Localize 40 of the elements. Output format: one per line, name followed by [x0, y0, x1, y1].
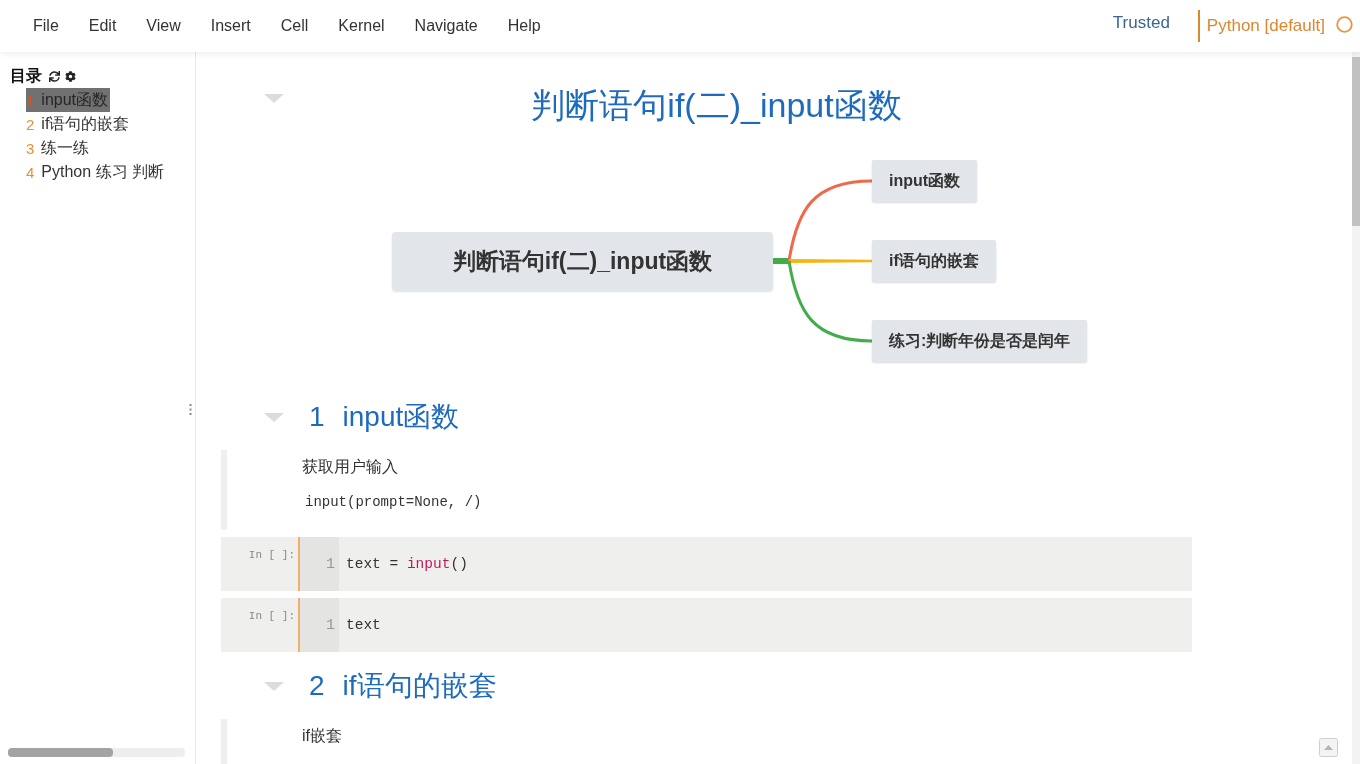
- notebook-title: 判断语句if(二)_input函数: [530, 85, 903, 126]
- caret-icon[interactable]: [264, 94, 284, 103]
- menu-item[interactable]: Kernel: [323, 9, 400, 43]
- toc-title: 目录: [10, 65, 42, 86]
- menu-item[interactable]: View: [131, 9, 196, 43]
- menu-item[interactable]: Insert: [195, 9, 266, 43]
- mindmap-node: input函数: [872, 160, 978, 202]
- trusted-indicator[interactable]: Trusted: [1112, 10, 1170, 36]
- menu-item[interactable]: Navigate: [399, 9, 493, 43]
- section-heading: 1 input函数: [309, 400, 460, 434]
- toc-link[interactable]: 4 Python 练习 判断: [26, 160, 167, 184]
- circle-icon: [1336, 15, 1353, 33]
- mindmap-node: 练习:判断年份是否是闰年: [872, 320, 1088, 362]
- caret-icon[interactable]: [264, 682, 284, 691]
- line-number: 1: [325, 616, 336, 634]
- toc-link[interactable]: 2 if语句的嵌套: [26, 112, 132, 136]
- scrollbar-thumb[interactable]: [1352, 57, 1360, 226]
- menu-item[interactable]: File: [18, 9, 74, 43]
- input-prompt: In [ ]:: [247, 609, 296, 624]
- paragraph: if嵌套: [302, 726, 342, 746]
- refresh-icon[interactable]: [49, 70, 60, 82]
- input-prompt: In [ ]:: [247, 548, 296, 563]
- code-line: text: [346, 617, 381, 633]
- menu-item[interactable]: Cell: [265, 9, 324, 43]
- scroll-up-icon[interactable]: [1319, 738, 1338, 757]
- connector-stub: [773, 258, 789, 264]
- mindmap-root-node: 判断语句if(二)_input函数: [392, 231, 773, 291]
- mindmap-node: if语句的嵌套: [872, 240, 996, 282]
- code-line: text = input(): [346, 556, 468, 572]
- code-snippet: input(prompt=None, /): [305, 493, 482, 512]
- scrollbar-thumb[interactable]: [8, 748, 113, 757]
- paragraph: 获取用户输入: [302, 457, 398, 477]
- menu-item[interactable]: Help: [492, 9, 556, 43]
- grip-icon[interactable]: [189, 404, 192, 415]
- settings-icon[interactable]: [65, 70, 76, 82]
- toc-link[interactable]: 3 练一练: [26, 136, 92, 160]
- caret-icon[interactable]: [264, 413, 284, 422]
- section-heading: 2 if语句的嵌套: [309, 669, 497, 703]
- line-number: 1: [325, 555, 336, 573]
- menu-item[interactable]: Edit: [73, 9, 132, 43]
